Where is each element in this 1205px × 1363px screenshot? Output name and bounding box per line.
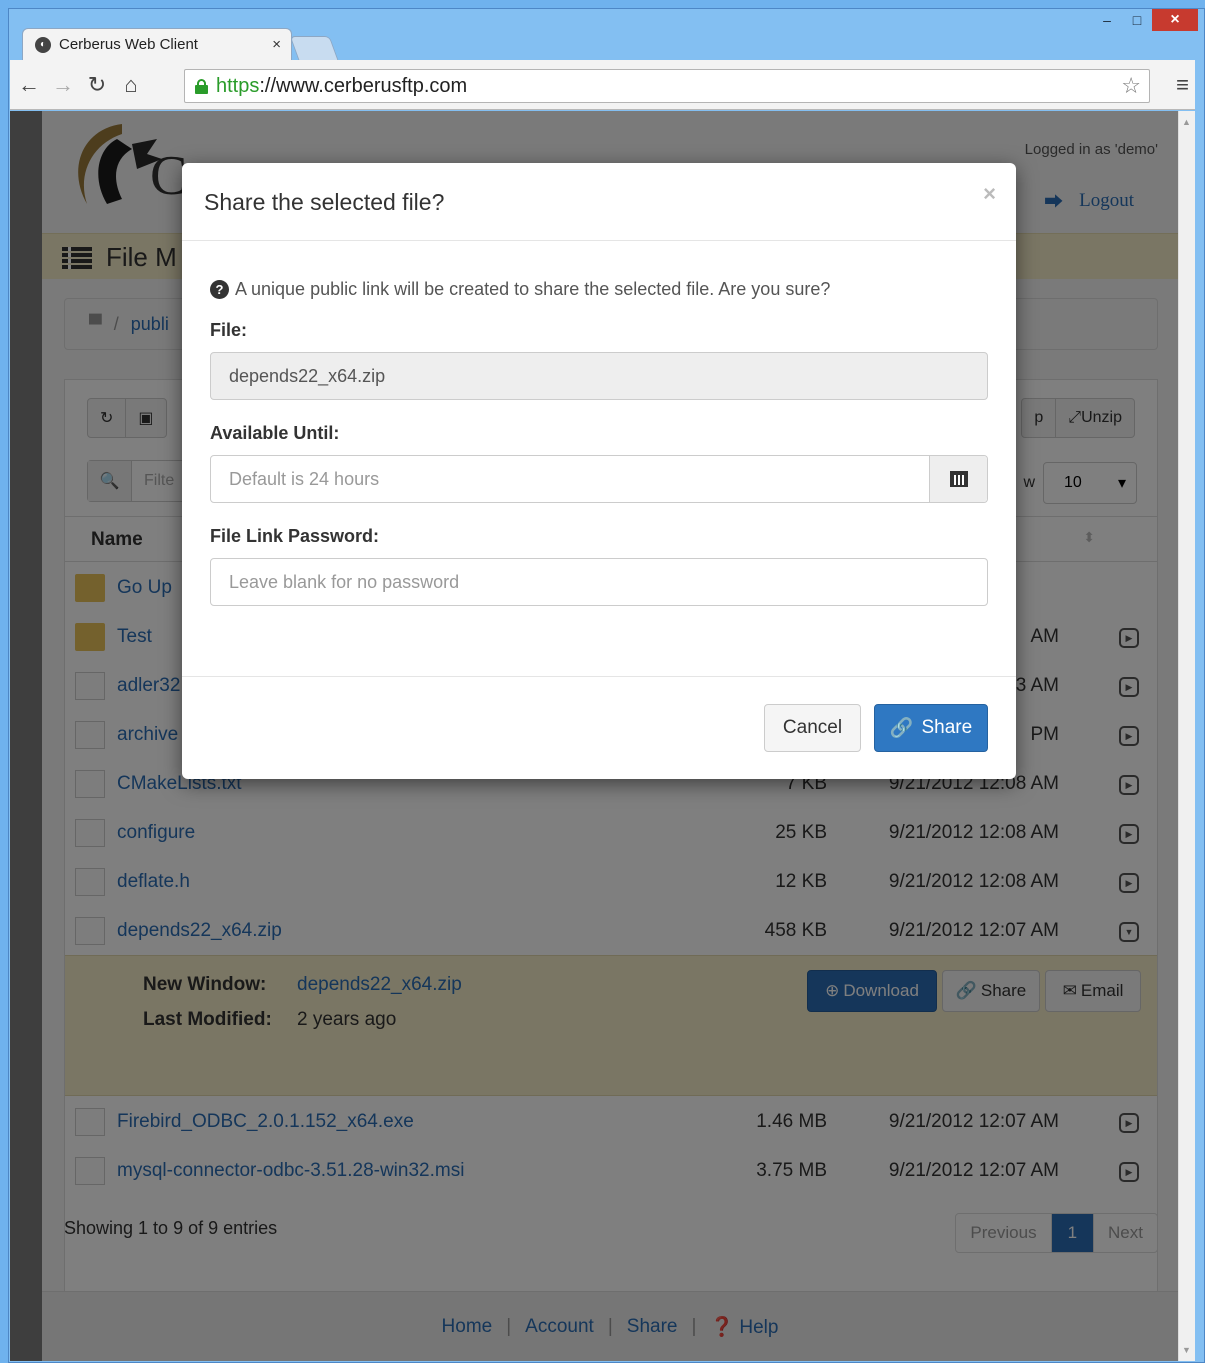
calendar-icon [949,471,968,487]
url-scheme: https [216,74,260,97]
password-input[interactable]: Leave blank for no password [210,558,988,606]
close-window-button[interactable]: × [1152,9,1198,31]
share-file-dialog: Share the selected file? × ? A unique pu… [182,163,1016,779]
tab-close-icon[interactable]: × [272,36,281,53]
calendar-button[interactable] [929,456,987,502]
password-label: File Link Password: [210,526,380,546]
available-until-placeholder: Default is 24 hours [229,468,380,489]
share-question-text: A unique public link will be created to … [235,279,831,299]
share-submit-label: Share [921,717,973,738]
tab-title: Cerberus Web Client [59,36,198,53]
modal-footer: Cancel 🔗 Share [182,676,1016,779]
back-icon[interactable]: ← [14,70,44,100]
page-scrollbar[interactable]: ▲ ▼ [1178,111,1195,1361]
home-icon[interactable]: ⌂ [116,70,146,100]
maximize-button[interactable]: □ [1122,9,1152,31]
file-field: depends22_x64.zip [210,352,988,400]
cancel-button[interactable]: Cancel [764,704,861,752]
file-label: File: [210,320,248,340]
address-bar[interactable]: https://www.cerberusftp.com ☆ [184,69,1150,103]
cerberus-favicon-icon: ◐ [35,36,51,53]
modal-title: Share the selected file? [204,189,445,215]
share-question: ? A unique public link will be created t… [210,279,830,300]
link-icon: 🔗 [889,718,914,739]
url-text: ://www.cerberusftp.com [259,74,468,97]
question-circle-icon: ? [210,280,229,299]
share-submit-button[interactable]: 🔗 Share [874,704,988,752]
reload-icon[interactable]: ↻ [82,70,112,100]
browser-toolbar: ← → ↻ ⌂ https://www.cerberusftp.com ☆ ≡ [10,60,1195,110]
file-field-value: depends22_x64.zip [229,365,386,386]
scroll-up-icon[interactable]: ▲ [1182,117,1191,127]
password-placeholder: Leave blank for no password [229,571,460,592]
available-until-label: Available Until: [210,423,340,443]
modal-header: Share the selected file? × [182,163,1016,241]
lock-icon [195,78,208,94]
forward-icon[interactable]: → [48,70,78,100]
minimize-button[interactable]: – [1092,9,1122,31]
close-icon[interactable]: × [983,181,996,207]
browser-tab[interactable]: ◐ Cerberus Web Client × [22,28,292,60]
new-tab-button[interactable] [289,36,339,60]
bookmark-star-icon[interactable]: ☆ [1121,73,1141,99]
browser-menu-icon[interactable]: ≡ [1176,72,1189,98]
window-controls: – □ × [1092,9,1198,37]
scroll-down-icon[interactable]: ▼ [1182,1345,1191,1355]
available-until-input[interactable]: Default is 24 hours [210,455,988,503]
